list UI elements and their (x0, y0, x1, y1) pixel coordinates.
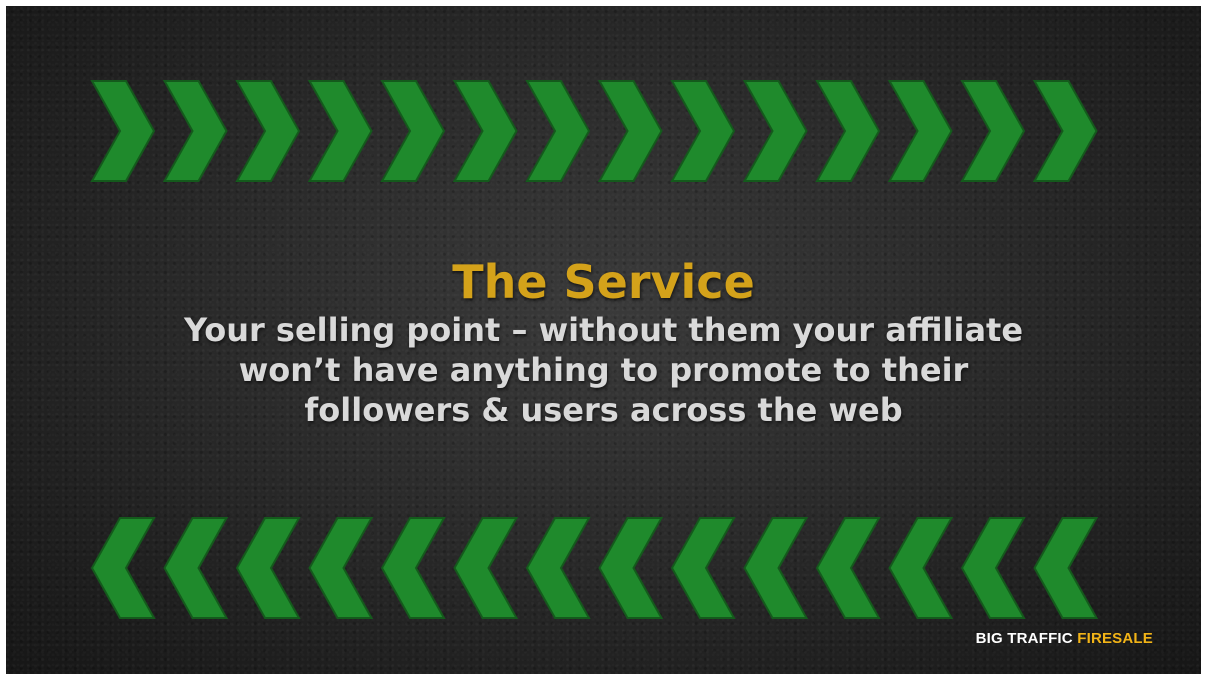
slide-body: Your selling point – without them your a… (74, 310, 1134, 430)
chevron-right-icon (525, 80, 591, 182)
chevron-left-icon (815, 517, 881, 619)
chevron-left-icon (670, 517, 736, 619)
chevron-left-icon (380, 517, 446, 619)
chevron-right-icon (90, 80, 156, 182)
chevron-right-icon (960, 80, 1026, 182)
brand-logo: BIG TRAFFIC FIRESALE (976, 630, 1153, 647)
chevron-right-icon (670, 80, 736, 182)
chevron-right-icon (1032, 80, 1098, 182)
chevron-right-icon (452, 80, 518, 182)
brand-logo-part2: FIRESALE (1077, 630, 1153, 647)
chevron-left-icon (163, 517, 229, 619)
chevron-left-icon (743, 517, 809, 619)
chevron-right-icon (815, 80, 881, 182)
slide-title: The Service (452, 255, 755, 309)
chevron-left-icon (960, 517, 1026, 619)
body-line-1: Your selling point – without them your a… (183, 311, 1024, 349)
chevron-left-icon (235, 517, 301, 619)
chevron-row-bottom (6, 509, 1201, 627)
brand-logo-part1: BIG TRAFFIC (975, 630, 1073, 647)
body-line-2: won’t have anything to promote to their (238, 351, 969, 389)
chevron-right-icon (307, 80, 373, 182)
chevron-right-icon (162, 80, 228, 182)
chevron-left-icon (1033, 517, 1099, 619)
chevron-left-icon (525, 517, 591, 619)
chevron-right-icon (380, 80, 446, 182)
chevron-left-icon (308, 517, 374, 619)
chevron-left-icon (888, 517, 954, 619)
chevron-right-icon (597, 80, 663, 182)
body-line-3: followers & users across the web (304, 391, 903, 429)
slide-content: The Service Your selling point – without… (6, 254, 1201, 430)
chevron-left-row (90, 517, 1099, 619)
chevron-right-icon (742, 80, 808, 182)
chevron-right-icon (887, 80, 953, 182)
chevron-right-icon (235, 80, 301, 182)
chevron-left-icon (453, 517, 519, 619)
chevron-left-icon (90, 517, 156, 619)
chevron-left-icon (598, 517, 664, 619)
chevron-row-top (6, 72, 1201, 190)
chevron-right-row (90, 80, 1098, 182)
slide: The Service Your selling point – without… (6, 6, 1201, 674)
